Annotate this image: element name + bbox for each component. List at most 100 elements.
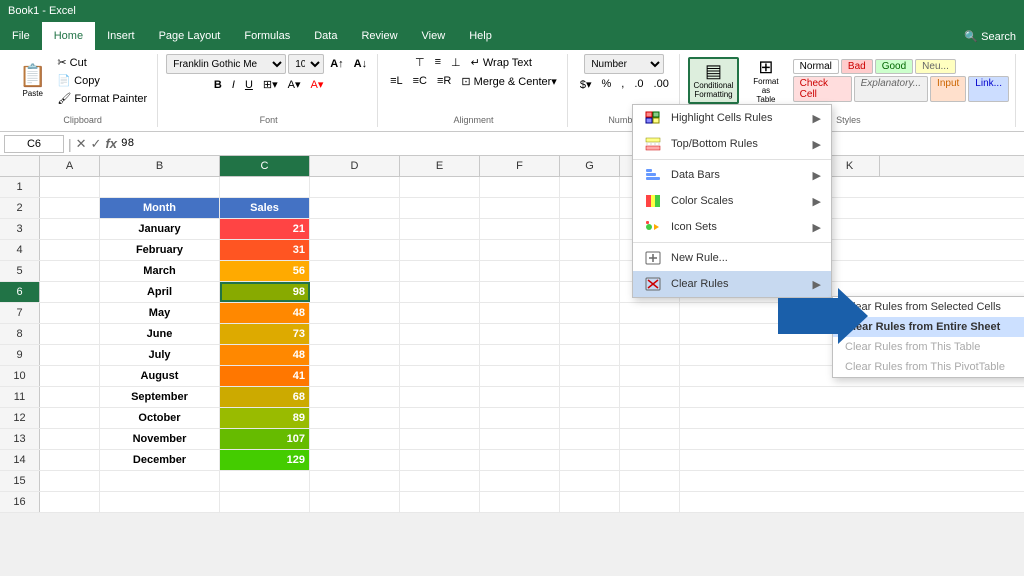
style-bad[interactable]: Bad (841, 59, 873, 74)
row-num-15[interactable]: 15 (0, 471, 40, 491)
cell-d3[interactable] (310, 219, 400, 239)
cell-d4[interactable] (310, 240, 400, 260)
cell-g4[interactable] (560, 240, 620, 260)
cell-a7[interactable] (40, 303, 100, 323)
cell-a8[interactable] (40, 324, 100, 344)
align-center-button[interactable]: ≡C (409, 73, 431, 90)
cell-f7[interactable] (480, 303, 560, 323)
row-num-14[interactable]: 14 (0, 450, 40, 470)
paste-button[interactable]: 📋 Paste (14, 60, 51, 101)
cell-f3[interactable] (480, 219, 560, 239)
row-num-1[interactable]: 1 (0, 177, 40, 197)
cell-b1[interactable] (100, 177, 220, 197)
cell-a10[interactable] (40, 366, 100, 386)
cell-d13[interactable] (310, 429, 400, 449)
cell-a3[interactable] (40, 219, 100, 239)
row-num-3[interactable]: 3 (0, 219, 40, 239)
cell-d10[interactable] (310, 366, 400, 386)
cell-g9[interactable] (560, 345, 620, 365)
cell-a2[interactable] (40, 198, 100, 218)
cell-d14[interactable] (310, 450, 400, 470)
cell-f10[interactable] (480, 366, 560, 386)
cell-g13[interactable] (560, 429, 620, 449)
cell-d2[interactable] (310, 198, 400, 218)
cell-g11[interactable] (560, 387, 620, 407)
data-bars-item[interactable]: Data Bars ▶ (633, 162, 831, 188)
cell-h8[interactable] (620, 324, 680, 344)
cell-f15[interactable] (480, 471, 560, 491)
increase-decimal-button[interactable]: .0 (630, 76, 647, 93)
cell-c10[interactable]: 41 (220, 366, 310, 386)
col-header-a[interactable]: A (40, 156, 100, 176)
cell-c4[interactable]: 31 (220, 240, 310, 260)
style-good[interactable]: Good (875, 59, 913, 74)
style-check-cell[interactable]: Check Cell (793, 76, 852, 102)
tab-help[interactable]: Help (457, 22, 504, 50)
format-painter-button[interactable]: 🖌 Format Painter (53, 90, 151, 107)
cell-h7[interactable] (620, 303, 680, 323)
bold-button[interactable]: B (210, 77, 226, 93)
cell-b16[interactable] (100, 492, 220, 512)
row-num-2[interactable]: 2 (0, 198, 40, 218)
corner-cell[interactable] (0, 156, 40, 176)
number-format-select[interactable]: Number General Currency Percentage (584, 54, 664, 74)
cell-g10[interactable] (560, 366, 620, 386)
top-bottom-rules-item[interactable]: Top/Bottom Rules ▶ (633, 131, 831, 157)
cell-b4[interactable]: February (100, 240, 220, 260)
cell-e10[interactable] (400, 366, 480, 386)
col-header-f[interactable]: F (480, 156, 560, 176)
cell-b13[interactable]: November (100, 429, 220, 449)
tab-page-layout[interactable]: Page Layout (147, 22, 233, 50)
cell-d16[interactable] (310, 492, 400, 512)
color-scales-item[interactable]: Color Scales ▶ (633, 188, 831, 214)
fx-icon[interactable]: fx (105, 136, 117, 152)
font-color-button[interactable]: A▾ (307, 76, 328, 93)
cell-b7[interactable]: May (100, 303, 220, 323)
cell-a6[interactable] (40, 282, 100, 302)
underline-button[interactable]: U (241, 77, 257, 93)
cell-c13[interactable]: 107 (220, 429, 310, 449)
comma-button[interactable]: , (617, 76, 628, 93)
cell-b15[interactable] (100, 471, 220, 491)
cell-b5[interactable]: March (100, 261, 220, 281)
increase-font-button[interactable]: A↑ (326, 56, 347, 72)
style-explanatory[interactable]: Explanatory... (854, 76, 928, 102)
format-as-table-button[interactable]: ⊞ Format asTable (743, 54, 788, 107)
font-size-select[interactable]: 10 (288, 54, 324, 74)
col-header-d[interactable]: D (310, 156, 400, 176)
cell-h13[interactable] (620, 429, 680, 449)
cell-b14[interactable]: December (100, 450, 220, 470)
cell-e15[interactable] (400, 471, 480, 491)
decrease-font-button[interactable]: A↓ (350, 56, 371, 72)
cell-g5[interactable] (560, 261, 620, 281)
fx-confirm-icon[interactable]: ✓ (91, 136, 102, 152)
cell-a14[interactable] (40, 450, 100, 470)
row-num-7[interactable]: 7 (0, 303, 40, 323)
cell-e1[interactable] (400, 177, 480, 197)
italic-button[interactable]: I (228, 77, 239, 93)
tab-view[interactable]: View (410, 22, 458, 50)
cell-d5[interactable] (310, 261, 400, 281)
cell-c7[interactable]: 48 (220, 303, 310, 323)
cell-g14[interactable] (560, 450, 620, 470)
align-left-button[interactable]: ≡L (386, 73, 407, 90)
cell-b6[interactable]: April (100, 282, 220, 302)
cell-a11[interactable] (40, 387, 100, 407)
cell-f11[interactable] (480, 387, 560, 407)
cell-c2-sales-header[interactable]: Sales (220, 198, 310, 218)
merge-center-button[interactable]: ⊡ Merge & Center▾ (457, 73, 560, 90)
cell-g1[interactable] (560, 177, 620, 197)
cell-c1[interactable] (220, 177, 310, 197)
highlight-cells-rules-item[interactable]: Highlight Cells Rules ▶ (633, 105, 831, 131)
cell-h9[interactable] (620, 345, 680, 365)
cell-f13[interactable] (480, 429, 560, 449)
cell-e5[interactable] (400, 261, 480, 281)
fill-color-button[interactable]: A▾ (284, 76, 305, 93)
cell-e12[interactable] (400, 408, 480, 428)
tab-file[interactable]: File (0, 22, 42, 50)
cell-d6[interactable] (310, 282, 400, 302)
cell-c14[interactable]: 129 (220, 450, 310, 470)
cell-b9[interactable]: July (100, 345, 220, 365)
cell-c6[interactable]: 98 (220, 282, 310, 302)
align-top-button[interactable]: ⊤ (411, 54, 429, 71)
